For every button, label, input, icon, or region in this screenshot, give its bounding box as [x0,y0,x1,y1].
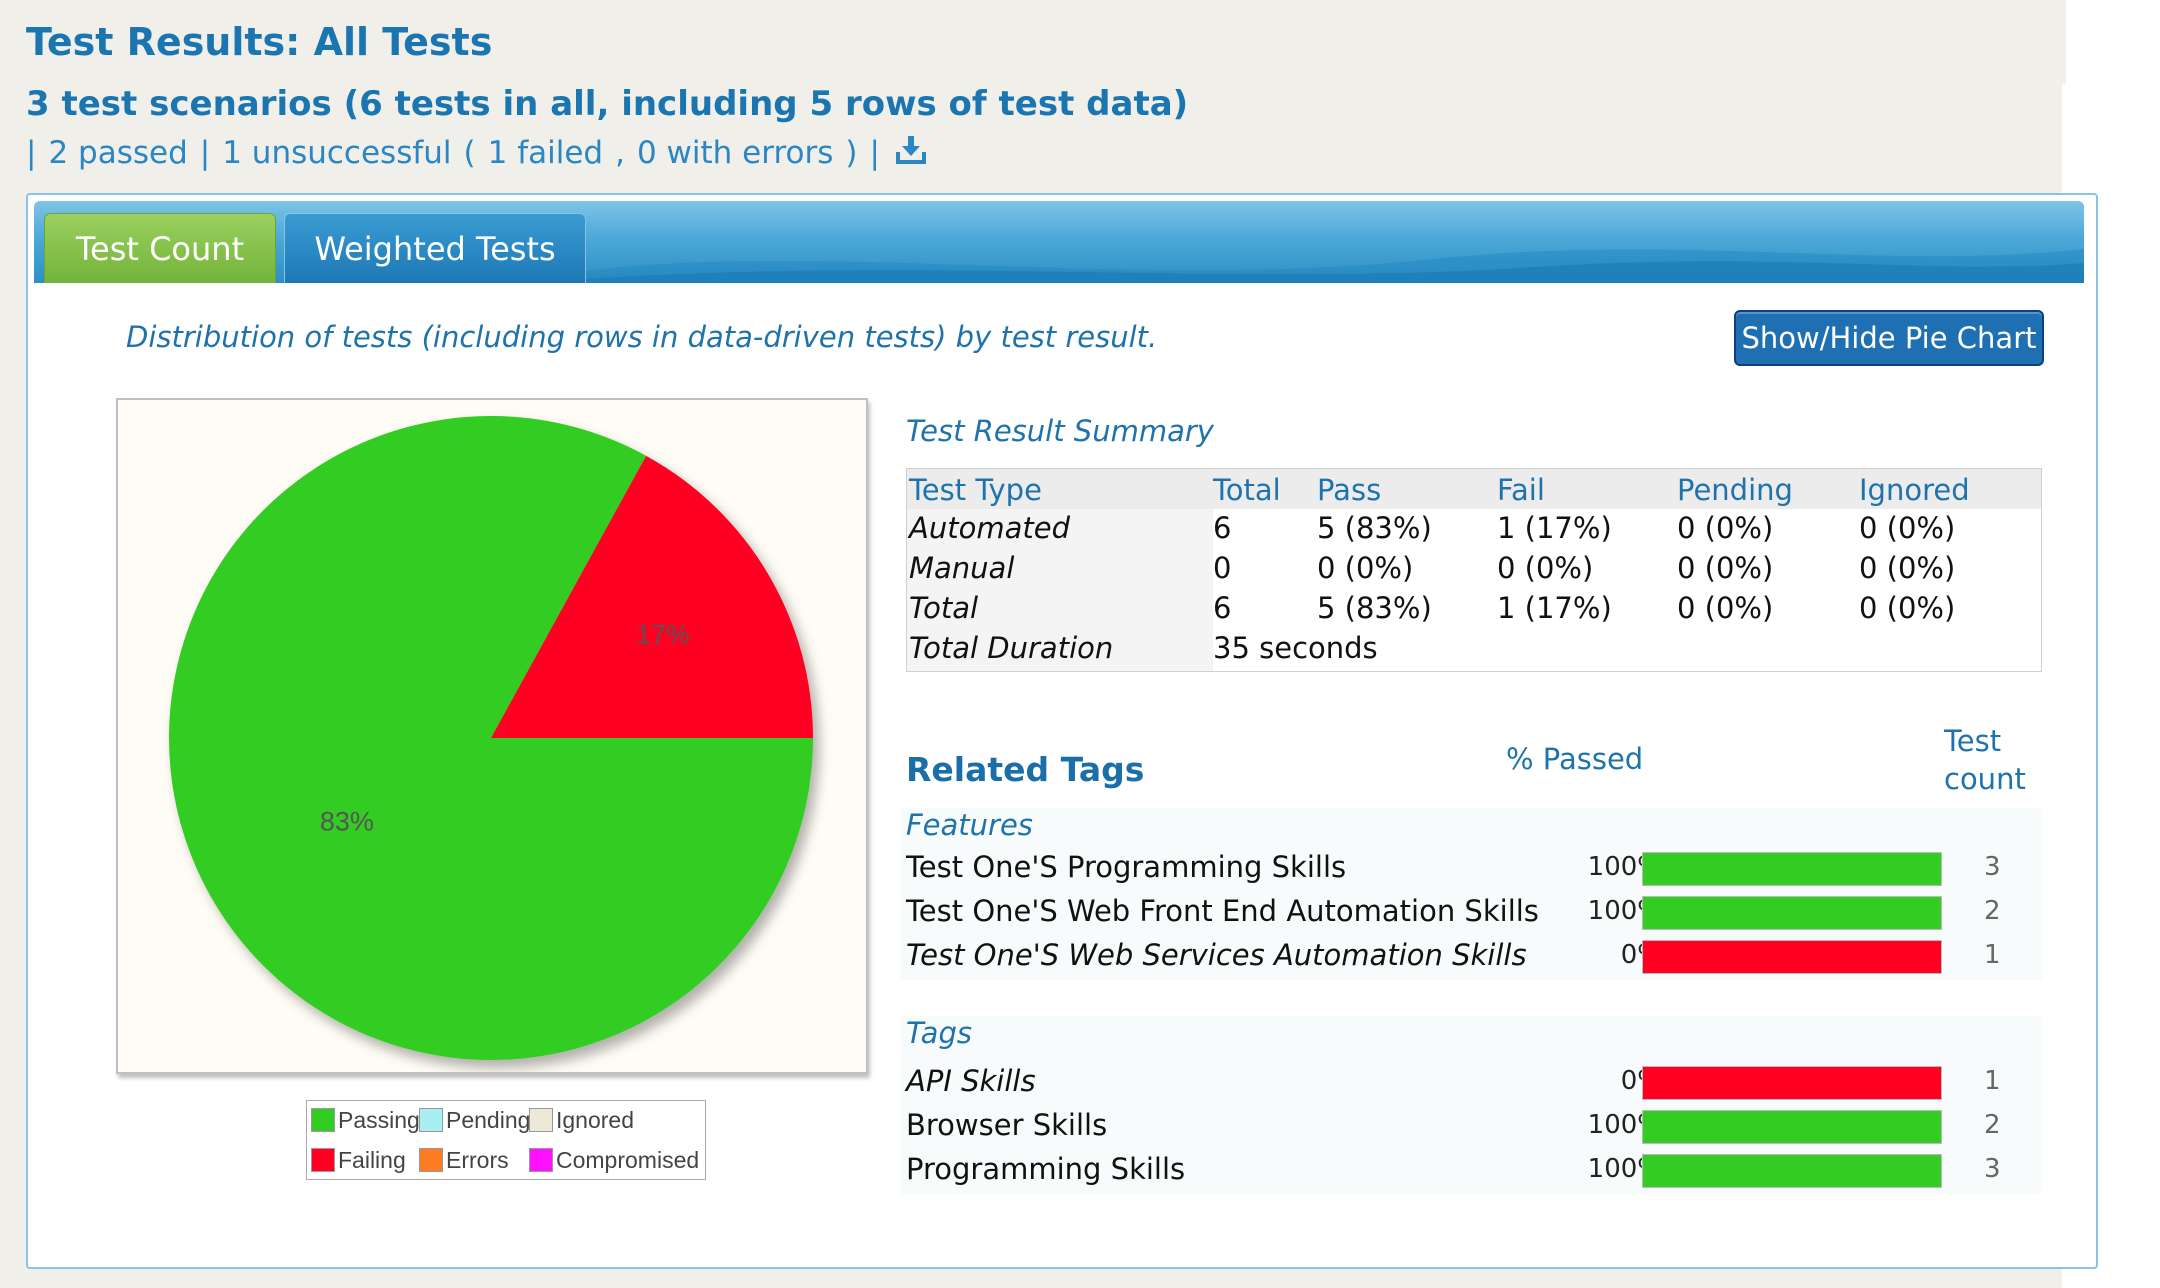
pie-label-failing: 17% [636,620,690,650]
page-title: Test Results: All Tests [26,20,493,64]
chart-description: Distribution of tests (including rows in… [126,320,1158,354]
table-cell: 0 [1213,551,1232,585]
row-label: Total [909,591,979,625]
group-title-features: Features [906,808,1033,842]
row-label: Total Duration [909,631,1114,665]
table-cell: 0 (0%) [1859,591,1956,625]
comma: , [615,135,625,171]
tag-row[interactable]: Test One'S Web Front End Automation Skil… [906,890,2036,934]
related-tags-title: Related Tags [906,750,1145,789]
tag-count: 3 [1984,852,2001,882]
tag-count: 3 [1984,1154,2001,1184]
tag-progress-bar [1642,896,1942,930]
legend-item-passing: Passing [311,1105,420,1135]
unsuccessful-link[interactable]: 1 unsuccessful [222,135,451,171]
errors-link[interactable]: 0 with errors [637,135,833,171]
close-paren: ) [845,135,858,171]
table-cell: 5 (83%) [1317,511,1432,545]
separator: | [869,135,880,171]
scenario-summary: 3 test scenarios (6 tests in all, includ… [26,84,1189,124]
tag-row[interactable]: Test One'S Programming Skills 100% 3 [906,846,2036,890]
tag-count: 1 [1984,1066,2001,1096]
percent-passed-header: % Passed [1506,742,1644,776]
download-icon[interactable] [895,134,926,172]
table-cell: 0 (0%) [1497,551,1594,585]
tag-progress-bar [1642,1154,1942,1188]
pie-chart: 83% 17% [168,415,813,1060]
tag-row[interactable]: API Skills 0% 1 [906,1060,2036,1104]
legend-item-pending: Pending [419,1105,530,1135]
column-header: Total [1213,473,1281,507]
duration-value: 35 seconds [1213,631,1378,665]
tag-link[interactable]: Test One'S Web Services Automation Skill… [906,938,1527,972]
table-cell: 1 (17%) [1497,591,1612,625]
tag-link[interactable]: Test One'S Web Front End Automation Skil… [906,894,1539,928]
passed-link[interactable]: 2 passed [48,135,187,171]
legend-item-ignored: Ignored [529,1105,634,1135]
tab-test-count[interactable]: Test Count [44,213,276,283]
group-title-tags: Tags [906,1016,972,1050]
summary-title: Test Result Summary [906,414,1214,448]
tab-bar: Test Count Weighted Tests [34,201,2084,283]
tag-link[interactable]: Browser Skills [906,1108,1107,1142]
table-cell: 0 (0%) [1677,591,1774,625]
table-cell: 0 (0%) [1677,511,1774,545]
open-paren: ( [463,135,476,171]
tag-count: 2 [1984,1110,2001,1140]
table-cell: 0 (0%) [1859,551,1956,585]
column-header: Ignored [1859,473,1970,507]
table-cell: 6 [1213,591,1232,625]
tag-link[interactable]: Test One'S Programming Skills [906,850,1346,884]
row-label: Automated [909,511,1070,545]
column-header: Fail [1497,473,1545,507]
table-cell: 0 (0%) [1317,551,1414,585]
tag-count: 1 [1984,940,2001,970]
tag-progress-bar [1642,852,1942,886]
row-label: Manual [909,551,1015,585]
pie-chart-container: 83% 17% [116,398,868,1074]
test-count-header: Test count [1944,724,2026,796]
show-hide-pie-chart-button[interactable]: Show/Hide Pie Chart [1734,310,2044,366]
tag-progress-bar [1642,1066,1942,1100]
pie-label-passing: 83% [320,806,374,836]
tag-row[interactable]: Browser Skills 100% 2 [906,1104,2036,1148]
separator: | [26,135,37,171]
separator: | [199,135,211,171]
column-header: Pending [1677,473,1793,507]
tag-count: 2 [1984,896,2001,926]
column-header: Test Type [909,473,1042,507]
legend-item-compromised: Compromised [529,1145,699,1175]
tag-row[interactable]: Test One'S Web Services Automation Skill… [906,934,2036,978]
table-cell: 1 (17%) [1497,511,1612,545]
column-header: Pass [1317,473,1382,507]
table-cell: 6 [1213,511,1232,545]
table-cell: 0 (0%) [1677,551,1774,585]
legend-item-errors: Errors [419,1145,509,1175]
tag-link[interactable]: API Skills [906,1064,1036,1098]
failed-link[interactable]: 1 failed [488,135,603,171]
pie-legend: Passing Pending Ignored Failing Errors C… [306,1100,706,1180]
tag-link[interactable]: Programming Skills [906,1152,1185,1186]
legend-item-failing: Failing [311,1145,406,1175]
tag-row[interactable]: Programming Skills 100% 3 [906,1148,2036,1192]
table-cell: 5 (83%) [1317,591,1432,625]
tag-progress-bar [1642,1110,1942,1144]
table-cell: 0 (0%) [1859,511,1956,545]
summary-table: Test Type Total Pass Fail Pending Ignore… [906,468,2042,672]
tab-weighted-tests[interactable]: Weighted Tests [284,213,586,283]
tag-progress-bar [1642,940,1942,974]
result-stats: | 2 passed | 1 unsuccessful ( 1 failed ,… [26,134,938,172]
